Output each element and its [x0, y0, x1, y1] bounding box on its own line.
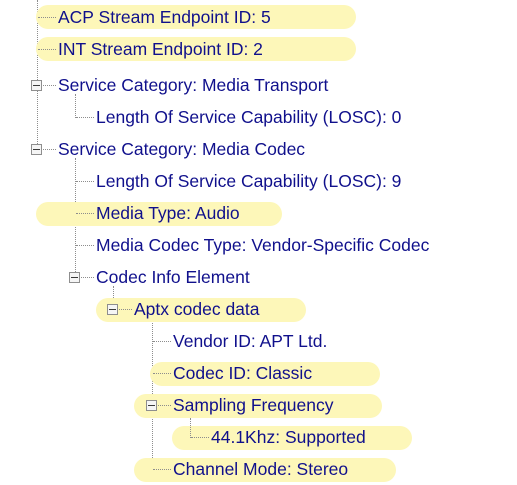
tree-connector	[191, 437, 209, 438]
tree-node-losc-9[interactable]: Length Of Service Capability (LOSC): 9	[96, 165, 401, 197]
tree-connector	[76, 181, 94, 182]
node-label: Service Category: Media Codec	[58, 138, 306, 159]
tree-node-vendor-id[interactable]: Vendor ID: APT Ltd.	[173, 325, 327, 357]
tree-node-44-1khz-supported[interactable]: 44.1Khz: Supported	[211, 421, 366, 453]
collapse-toggle-icon[interactable]	[146, 400, 157, 411]
tree-node-aptx-codec-data[interactable]: Aptx codec data	[134, 293, 260, 325]
tree-connector	[76, 245, 94, 246]
node-label: Sampling Frequency	[173, 394, 334, 415]
node-label: Length Of Service Capability (LOSC): 0	[96, 106, 402, 127]
tree-connector	[38, 49, 56, 50]
tree-connector	[81, 277, 94, 278]
tree-connector	[76, 117, 94, 118]
tree-node-acp-stream-endpoint-id[interactable]: ACP Stream Endpoint ID: 5	[58, 1, 271, 33]
tree-connector	[43, 85, 56, 86]
collapse-toggle-icon[interactable]	[107, 304, 118, 315]
node-label: 44.1Khz: Supported	[211, 426, 366, 447]
collapse-toggle-icon[interactable]	[31, 144, 42, 155]
protocol-tree: ACP Stream Endpoint ID: 5 INT Stream End…	[0, 0, 517, 482]
node-label: Channel Mode: Stereo	[173, 458, 349, 479]
node-label: Media Type: Audio	[96, 202, 240, 223]
tree-node-codec-id[interactable]: Codec ID: Classic	[173, 357, 312, 389]
node-label: Length Of Service Capability (LOSC): 9	[96, 170, 402, 191]
tree-connector	[153, 341, 171, 342]
tree-guide-line	[190, 418, 191, 438]
tree-node-channel-mode[interactable]: Channel Mode: Stereo	[173, 453, 348, 485]
tree-connector	[43, 149, 56, 150]
node-label: Aptx codec data	[134, 298, 260, 319]
node-label: Media Codec Type: Vendor-Specific Codec	[96, 234, 430, 255]
tree-node-sampling-frequency[interactable]: Sampling Frequency	[173, 389, 334, 421]
tree-connector	[153, 373, 171, 374]
collapse-toggle-icon[interactable]	[69, 272, 80, 283]
tree-connector	[158, 405, 171, 406]
tree-connector	[76, 213, 94, 214]
collapse-toggle-icon[interactable]	[31, 80, 42, 91]
tree-node-int-stream-endpoint-id[interactable]: INT Stream Endpoint ID: 2	[58, 33, 263, 65]
tree-node-losc-0[interactable]: Length Of Service Capability (LOSC): 0	[96, 101, 401, 133]
tree-node-media-type[interactable]: Media Type: Audio	[96, 197, 240, 229]
tree-node-codec-info-element[interactable]: Codec Info Element	[96, 261, 250, 293]
node-label: INT Stream Endpoint ID: 2	[58, 38, 263, 59]
node-label: ACP Stream Endpoint ID: 5	[58, 6, 271, 27]
node-label: Service Category: Media Transport	[58, 74, 329, 95]
node-label: Vendor ID: APT Ltd.	[173, 330, 328, 351]
tree-connector	[119, 309, 132, 310]
tree-connector	[153, 469, 171, 470]
tree-connector	[38, 17, 56, 18]
tree-node-media-codec-type[interactable]: Media Codec Type: Vendor-Specific Codec	[96, 229, 429, 261]
node-label: Codec Info Element	[96, 266, 250, 287]
tree-node-service-category-media-transport[interactable]: Service Category: Media Transport	[58, 69, 328, 101]
node-label: Codec ID: Classic	[173, 362, 313, 383]
tree-node-service-category-media-codec[interactable]: Service Category: Media Codec	[58, 133, 305, 165]
